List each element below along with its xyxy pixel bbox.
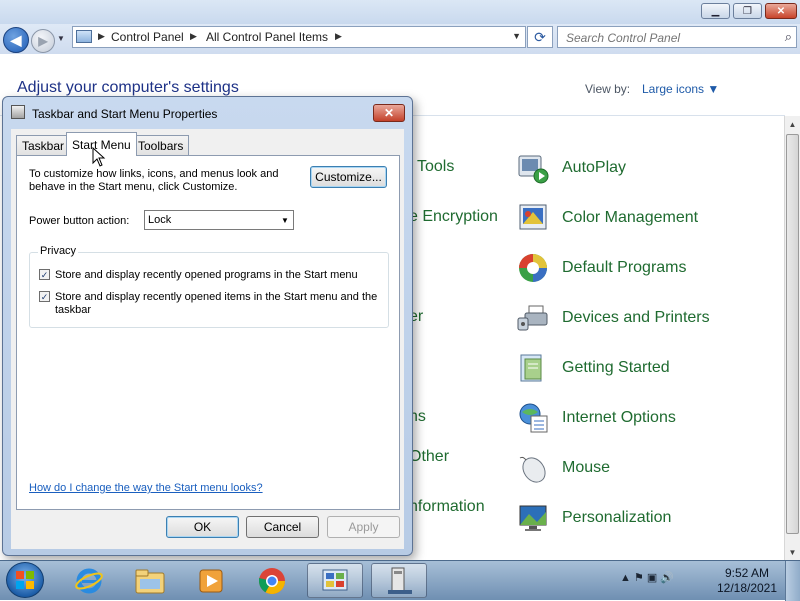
default-programs-icon (517, 252, 549, 284)
checkbox-label: Store and display recently opened progra… (55, 269, 358, 281)
chevron-down-icon[interactable]: ▼ (277, 211, 293, 229)
cancel-button[interactable]: Cancel (246, 516, 319, 538)
address-bar[interactable]: ▶ Control Panel ▶ All Control Panel Item… (72, 26, 526, 48)
chrome-icon (258, 567, 286, 594)
cp-item-partial[interactable]: nformation (409, 498, 485, 516)
close-button[interactable]: ✕ (765, 3, 797, 19)
cp-item-default-programs[interactable]: Default Programs (517, 251, 687, 285)
recent-programs-checkbox[interactable]: ✓ (39, 269, 50, 280)
scroll-down-button[interactable]: ▼ (785, 544, 800, 560)
taskbar-chrome[interactable] (244, 563, 300, 598)
dialog-body: Taskbar Start Menu Toolbars To customize… (11, 129, 404, 549)
start-menu-tab-panel: To customize how links, icons, and menus… (16, 155, 400, 510)
color-management-icon (517, 202, 549, 234)
windows-logo-icon (16, 571, 34, 589)
vertical-scrollbar[interactable]: ▲ ▼ (784, 116, 800, 560)
taskbar-internet-explorer[interactable] (61, 563, 117, 598)
mouse-icon (517, 452, 549, 484)
internet-explorer-icon (75, 568, 103, 593)
recent-items-checkbox[interactable]: ✓ (39, 291, 50, 302)
cp-item-mouse[interactable]: Mouse (517, 451, 610, 485)
breadcrumb-control-panel[interactable]: Control Panel (111, 30, 184, 44)
address-dropdown-icon[interactable]: ▼ (512, 31, 521, 41)
tab-taskbar[interactable]: Taskbar (16, 135, 71, 155)
start-button[interactable] (6, 562, 44, 598)
help-link[interactable]: How do I change the way the Start menu l… (29, 482, 263, 494)
breadcrumb-separator[interactable]: ▶ (335, 31, 342, 42)
search-input[interactable] (564, 28, 768, 48)
control-panel-titlebar: ▁ ❐ ✕ (0, 0, 800, 24)
cp-item-label: Getting Started (562, 359, 670, 376)
start-menu-description: To customize how links, icons, and menus… (29, 168, 279, 193)
dialog-title: Taskbar and Start Menu Properties (32, 107, 218, 121)
cp-item-partial[interactable]: Other (409, 448, 449, 466)
taskbar-properties-dialog: Taskbar and Start Menu Properties ✕ Task… (2, 96, 413, 556)
show-desktop-button[interactable] (785, 561, 800, 601)
taskbar-control-panel[interactable] (307, 563, 363, 598)
taskbar-windows-explorer[interactable] (122, 563, 178, 598)
scroll-up-button[interactable]: ▲ (785, 116, 800, 132)
cp-item-label: Default Programs (562, 259, 687, 276)
power-button-value: Lock (148, 214, 172, 226)
cp-item-label: Color Management (562, 209, 699, 226)
forward-button[interactable]: ▶ (31, 29, 55, 53)
breadcrumb-separator[interactable]: ▶ (190, 31, 197, 42)
power-button-select[interactable]: Lock ▼ (144, 210, 294, 230)
cp-item-label: Mouse (562, 459, 611, 476)
cp-item-label: Internet Options (562, 409, 676, 426)
search-box[interactable]: ⌕ (557, 26, 797, 48)
power-button-label: Power button action: (29, 215, 130, 227)
getting-started-icon (517, 352, 549, 384)
control-panel-icon (76, 30, 92, 43)
cp-item-color-management[interactable]: Color Management (517, 201, 698, 235)
refresh-button[interactable]: ⟳ (527, 26, 553, 48)
windows-explorer-icon (135, 569, 165, 593)
control-panel-icon (322, 569, 348, 590)
back-button[interactable]: ◀ (3, 27, 29, 53)
customize-button[interactable]: Customize... (310, 166, 387, 188)
clock-time: 9:52 AM (724, 566, 770, 580)
apply-button: Apply (327, 516, 400, 538)
taskbar-properties[interactable] (371, 563, 427, 598)
mouse-cursor-icon (92, 147, 106, 167)
breadcrumb-all-items[interactable]: All Control Panel Items (206, 30, 328, 44)
cp-item-label: Devices and Printers (562, 309, 710, 326)
media-player-icon (199, 569, 223, 592)
tab-toolbars[interactable]: Toolbars (132, 135, 190, 155)
personalization-icon (517, 502, 549, 534)
internet-options-icon (517, 402, 549, 434)
clock-date: 12/18/2021 (716, 581, 778, 595)
page-title: Adjust your computer's settings (17, 79, 239, 96)
cp-item-personalization[interactable]: Personalization (517, 501, 671, 535)
cp-item-devices-printers[interactable]: Devices and Printers (517, 301, 710, 335)
taskbar-properties-icon (388, 567, 412, 594)
recent-pages-dropdown[interactable]: ▼ (57, 34, 65, 43)
privacy-label: Privacy (38, 245, 79, 257)
system-tray-icons[interactable]: ▲ ⚑ ▣ 🔊 (620, 571, 674, 584)
checkbox-label: Store and display recently opened items … (55, 291, 378, 316)
dialog-close-button[interactable]: ✕ (373, 104, 405, 122)
autoplay-icon (517, 152, 549, 184)
cp-item-label: Personalization (562, 509, 672, 526)
clock[interactable]: 9:52 AM 12/18/2021 (712, 566, 782, 596)
maximize-button[interactable]: ❐ (733, 3, 762, 19)
cp-item-label: AutoPlay (562, 159, 627, 176)
breadcrumb-separator[interactable]: ▶ (98, 31, 105, 42)
taskbar: ▲ ⚑ ▣ 🔊 9:52 AM 12/18/2021 (0, 560, 800, 601)
privacy-group: Privacy ✓ Store and display recently ope… (29, 245, 389, 328)
cp-item-getting-started[interactable]: Getting Started (517, 351, 670, 385)
scroll-thumb[interactable] (786, 134, 799, 534)
minimize-button[interactable]: ▁ (701, 3, 730, 19)
taskbar-media-player[interactable] (183, 563, 239, 598)
search-icon[interactable]: ⌕ (785, 29, 792, 45)
taskbar-properties-icon (11, 105, 25, 119)
view-by-label: View by: (585, 82, 631, 96)
ok-button[interactable]: OK (166, 516, 239, 538)
cp-item-partial[interactable]: e Encryption (409, 208, 498, 226)
devices-printers-icon (517, 302, 549, 334)
cp-item-partial[interactable]: Tools (417, 158, 454, 176)
view-by-dropdown[interactable]: Large icons ▼ (642, 82, 719, 96)
cp-item-internet-options[interactable]: Internet Options (517, 401, 676, 435)
cp-item-autoplay[interactable]: AutoPlay (517, 151, 626, 185)
